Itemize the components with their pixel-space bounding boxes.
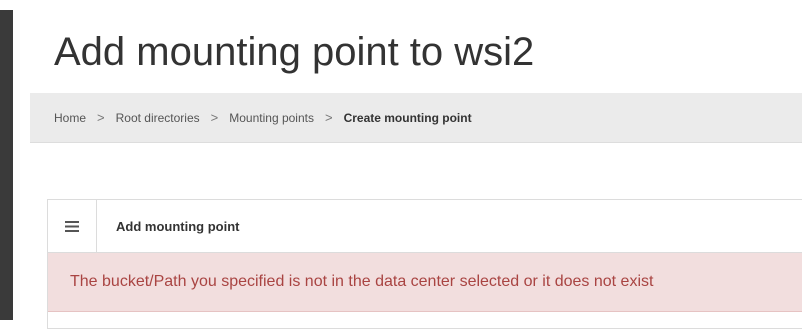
breadcrumb-home[interactable]: Home (54, 111, 86, 125)
panel-title: Add mounting point (116, 218, 240, 234)
breadcrumb-current: Create mounting point (343, 110, 472, 125)
hamburger-menu-icon (65, 220, 79, 232)
breadcrumb: Home > Root directories > Mounting point… (30, 93, 802, 143)
panel-header: Add mounting point (48, 200, 802, 253)
breadcrumb-separator: > (324, 110, 333, 125)
error-alert: The bucket/Path you specified is not in … (48, 253, 802, 312)
left-edge-bar (0, 10, 13, 320)
breadcrumb-root-directories[interactable]: Root directories (116, 111, 200, 125)
add-mounting-point-panel: Add mounting point The bucket/Path you s… (47, 199, 802, 329)
error-alert-message: The bucket/Path you specified is not in … (70, 273, 654, 290)
breadcrumb-separator: > (210, 110, 219, 125)
page-title: Add mounting point to wsi2 (54, 30, 535, 74)
breadcrumb-separator: > (97, 110, 105, 125)
panel-menu-toggle[interactable] (48, 200, 97, 252)
breadcrumb-mounting-points[interactable]: Mounting points (229, 111, 314, 125)
